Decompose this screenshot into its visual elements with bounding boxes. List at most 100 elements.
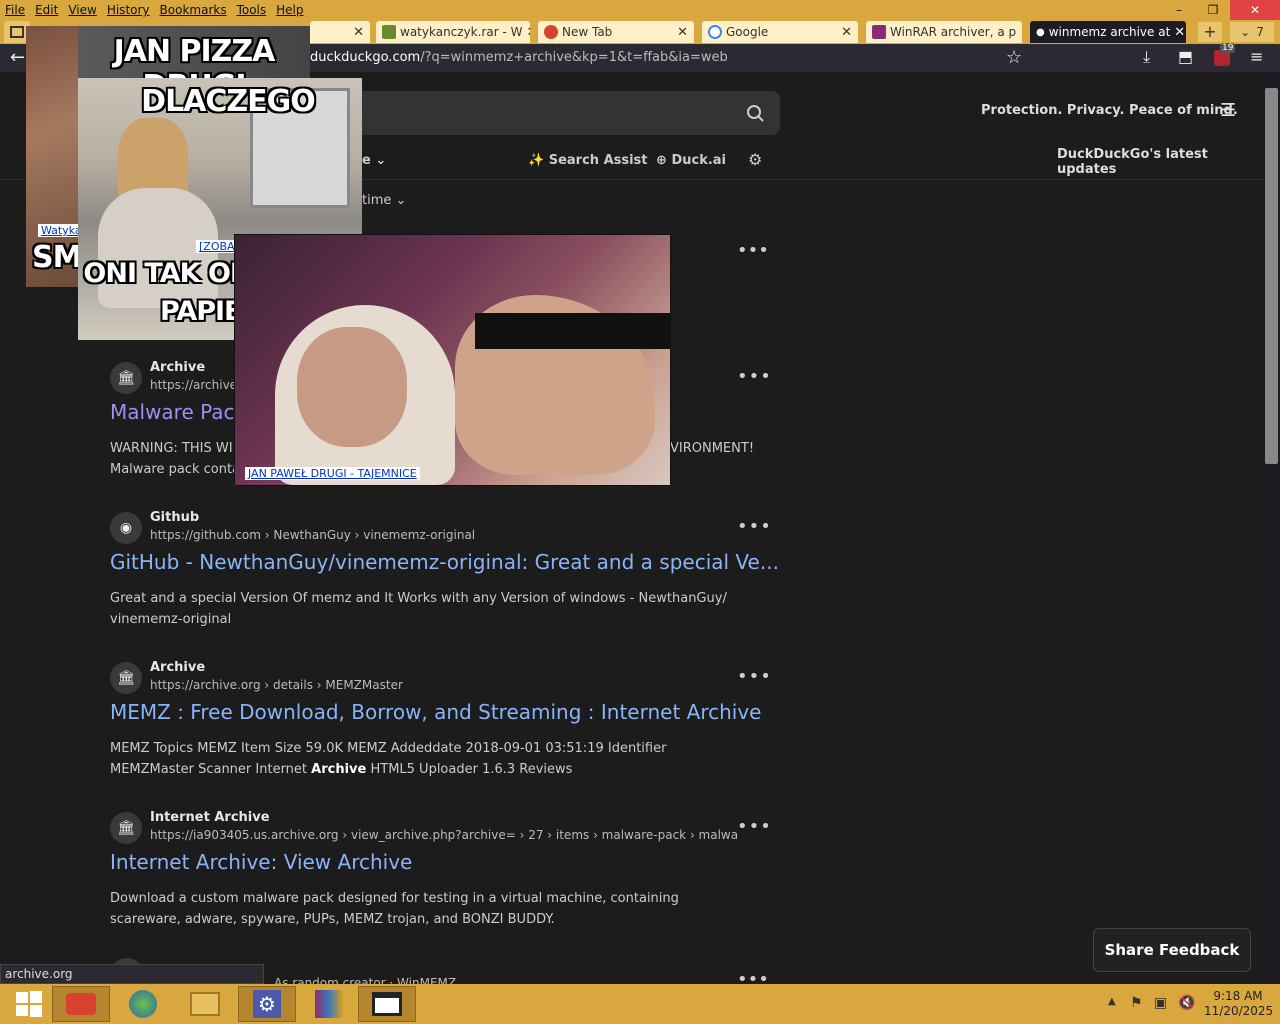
menu-view[interactable]: View: [63, 3, 101, 17]
menu-edit[interactable]: Edit: [30, 3, 63, 17]
taskbar-settings[interactable]: ⚙: [238, 986, 296, 1022]
search-input[interactable]: [340, 91, 780, 135]
result-site: Archive: [150, 360, 206, 375]
duck-ai-label: Duck.ai: [671, 153, 727, 168]
clothing-shape: [475, 313, 670, 349]
taskbar-browser[interactable]: [114, 986, 172, 1022]
more-options-icon[interactable]: •••: [737, 969, 769, 984]
back-arrow-icon[interactable]: ←: [10, 47, 25, 68]
menu-bookmarks[interactable]: Bookmarks: [155, 3, 232, 17]
more-options-icon[interactable]: •••: [737, 240, 769, 261]
result-title[interactable]: Internet Archive: View Archive: [110, 850, 412, 874]
region-filter[interactable]: e ⌄: [362, 153, 386, 168]
tab-new-tab[interactable]: New Tab ✕: [538, 21, 694, 43]
ddg-tagline: Protection. Privacy. Peace of mind.: [981, 103, 1238, 118]
gear-icon: ⚙: [253, 990, 281, 1018]
search-assist-label: Search Assist: [548, 153, 648, 168]
new-tab-button[interactable]: +: [1198, 22, 1222, 42]
popup-image-top[interactable]: JAN PIZZA DRUGI: [78, 26, 310, 78]
more-options-icon[interactable]: •••: [737, 516, 772, 537]
app-menu-icon[interactable]: ≡: [1250, 47, 1263, 66]
popup-link[interactable]: Watyka: [38, 224, 78, 237]
search-assist-button[interactable]: ✨ Search Assist: [528, 153, 648, 168]
result-url[interactable]: https://archive: [150, 378, 237, 392]
duck-ai-button[interactable]: ⊕ Duck.ai: [656, 153, 726, 168]
tab-hidden[interactable]: ✕: [310, 21, 370, 43]
taskbar-explorer[interactable]: [176, 986, 234, 1022]
clock-time: 9:18 AM: [1213, 989, 1263, 1003]
time-filter[interactable]: time ⌄: [362, 193, 406, 208]
tab-list-button[interactable]: ⌄ 7: [1230, 22, 1274, 42]
menu-bar: File Edit View History Bookmarks Tools H…: [0, 0, 1280, 20]
snippet-line-1-end: VIRONMENT!: [670, 441, 755, 456]
tab-count: 7: [1256, 25, 1264, 39]
close-window-button[interactable]: ✕: [1230, 0, 1280, 20]
taskbar-redfox[interactable]: [52, 986, 110, 1022]
result-title[interactable]: Malware Pack: [110, 400, 246, 424]
result-title[interactable]: GitHub - NewthanGuy/vinememz-original: G…: [110, 550, 779, 574]
start-button[interactable]: [0, 986, 58, 1022]
popup-caption: DLACZEGO: [141, 84, 316, 119]
result-site: Archive: [150, 660, 206, 675]
tab-google[interactable]: Google ✕: [702, 21, 858, 43]
hamburger-menu-icon[interactable]: ☰: [1220, 100, 1236, 121]
more-options-icon[interactable]: •••: [737, 366, 772, 387]
windows-logo-icon: [16, 991, 42, 1017]
popup-image[interactable]: JAN PAWEŁ DRUGI - TAJEMNICE: [234, 234, 671, 486]
partial-result-url[interactable]: As random creator · WinMEMZ: [274, 976, 456, 984]
close-tab-icon[interactable]: ✕: [677, 25, 688, 40]
search-result: ◉ Github https://github.com › NewthanGuy…: [110, 510, 779, 640]
snippet-line-2: Malware pack conta: [110, 462, 241, 477]
menu-file[interactable]: File: [0, 3, 30, 17]
close-tab-icon[interactable]: ✕: [526, 25, 530, 40]
popup-image[interactable]: Watyka SMA: [26, 26, 78, 287]
ddg-updates-link[interactable]: DuckDuckGo's latest updates: [1057, 147, 1264, 177]
volume-muted-icon[interactable]: 🔇: [1178, 995, 1195, 1011]
result-url[interactable]: https://archive.org › details › MEMZMast…: [150, 678, 403, 692]
taskbar-clock[interactable]: 9:18 AM 11/20/2025: [1204, 989, 1273, 1019]
result-snippet: Download a custom malware pack designed …: [110, 891, 679, 927]
status-link-preview: archive.org: [0, 964, 264, 984]
redfox-icon: [544, 25, 558, 39]
taskbar-winrar[interactable]: [300, 986, 358, 1022]
network-icon[interactable]: ▣: [1154, 995, 1167, 1011]
restore-button[interactable]: ❐: [1196, 0, 1230, 20]
popup-link[interactable]: JAN PAWEŁ DRUGI - TAJEMNICE: [245, 467, 420, 480]
window-controls: – ❐ ✕: [1162, 0, 1280, 20]
close-tab-icon[interactable]: ✕: [1020, 25, 1022, 40]
tab-watykanczyk[interactable]: watykanczyk.rar - W ✕: [376, 21, 530, 43]
tab-winrar[interactable]: WinRAR archiver, a p ✕: [866, 21, 1022, 43]
extensions-icon[interactable]: ⬒: [1178, 47, 1193, 66]
download-icon[interactable]: ⤓: [1143, 47, 1150, 67]
result-snippet: MEMZ Topics MEMZ Item Size 59.0K MEMZ Ad…: [110, 738, 740, 780]
minimize-button[interactable]: –: [1162, 0, 1196, 20]
more-options-icon[interactable]: •••: [737, 816, 772, 837]
dot-icon: ●: [1036, 26, 1045, 38]
tab-label: watykanczyk.rar - W: [400, 25, 523, 39]
tray-expand-icon[interactable]: ▲: [1108, 996, 1116, 1007]
action-center-flag-icon[interactable]: ⚑: [1130, 995, 1143, 1011]
scrollbar-thumb[interactable]: [1265, 88, 1278, 464]
result-url[interactable]: https://ia903405.us.archive.org › view_a…: [150, 828, 738, 842]
share-feedback-button[interactable]: Share Feedback: [1093, 928, 1251, 972]
settings-gear-icon[interactable]: ⚙: [748, 150, 762, 169]
result-site: Github: [150, 510, 200, 525]
search-icon[interactable]: [746, 104, 764, 122]
close-tab-icon[interactable]: ✕: [1174, 25, 1185, 40]
close-tab-icon[interactable]: ✕: [353, 25, 364, 40]
time-filter-label: time: [362, 193, 392, 208]
more-options-icon[interactable]: •••: [737, 666, 772, 687]
taskbar-window[interactable]: [358, 986, 416, 1022]
face-shape: [297, 327, 407, 447]
address-bar[interactable]: duckduckgo.com/?q=winmemz+archive&kp=1&t…: [310, 50, 728, 65]
tab-winmemz-archive[interactable]: ● winmemz archive at ✕: [1030, 21, 1186, 43]
taskbar: ⚙ ▲ ⚑ ▣ 🔇 9:18 AM 11/20/2025: [0, 984, 1280, 1024]
tab-label: winmemz archive at: [1048, 25, 1171, 39]
menu-tools[interactable]: Tools: [232, 3, 272, 17]
close-tab-icon[interactable]: ✕: [841, 25, 852, 40]
menu-help[interactable]: Help: [271, 3, 308, 17]
bookmark-star-icon[interactable]: ☆: [1006, 47, 1022, 68]
menu-history[interactable]: History: [102, 3, 155, 17]
result-title[interactable]: MEMZ : Free Download, Borrow, and Stream…: [110, 700, 761, 724]
result-url[interactable]: https://github.com › NewthanGuy › vineme…: [150, 528, 475, 542]
